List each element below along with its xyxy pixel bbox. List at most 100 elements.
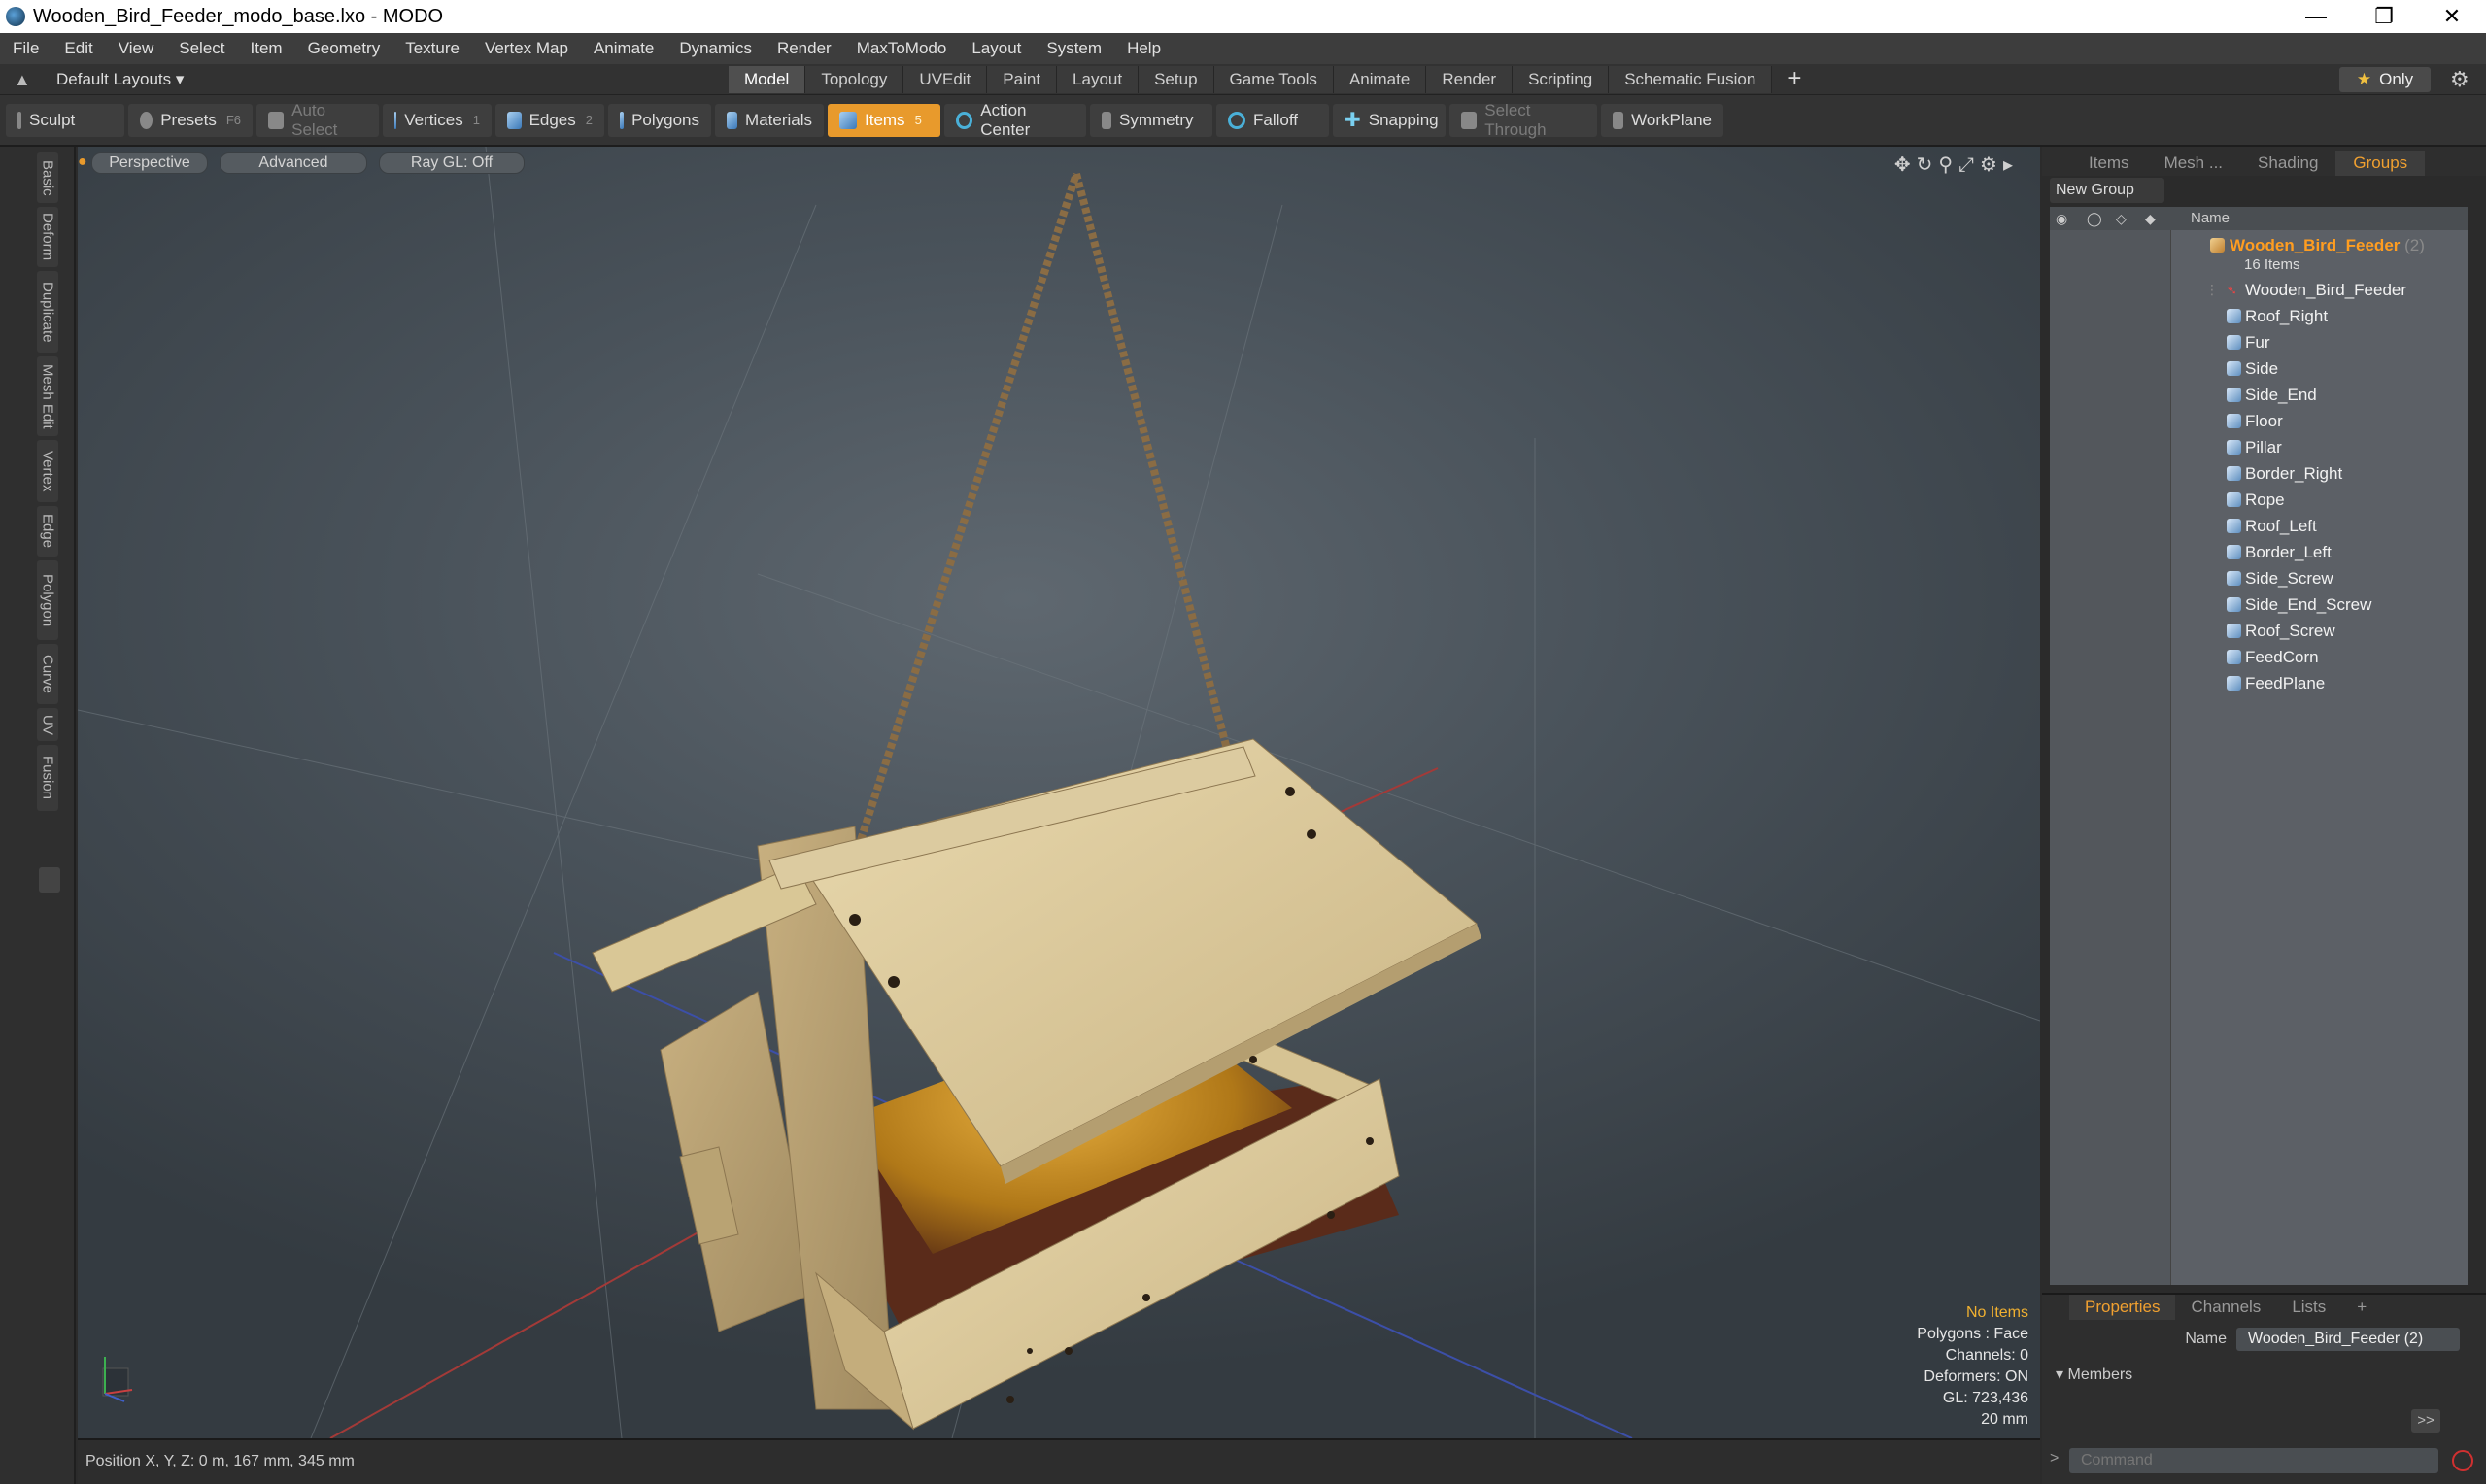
materials-button[interactable]: Materials	[715, 103, 824, 137]
list-item[interactable]: Roof_Left	[2050, 513, 2468, 539]
select-through-button[interactable]: Select Through	[1449, 101, 1597, 139]
default-layouts-dropdown[interactable]: Default Layouts ▾	[56, 70, 184, 89]
tab-polygon[interactable]: Polygon	[37, 560, 58, 640]
restore-button[interactable]: ❐	[2350, 4, 2418, 29]
name-field[interactable]: Wooden_Bird_Feeder (2)	[2236, 1328, 2460, 1351]
column-name: Name	[2191, 210, 2231, 226]
add-tab-button[interactable]: +	[1772, 66, 1817, 93]
add-props-tab-button[interactable]: +	[2341, 1295, 2382, 1320]
tab-deform[interactable]: Deform	[37, 207, 58, 267]
list-item[interactable]: Fur	[2050, 329, 2468, 355]
tab-render[interactable]: Render	[1426, 66, 1514, 93]
tab-uv[interactable]: UV	[37, 708, 58, 741]
workplane-button[interactable]: WorkPlane	[1601, 103, 1723, 137]
minimize-button[interactable]: —	[2282, 4, 2350, 29]
tab-animate[interactable]: Animate	[1333, 66, 1427, 93]
menu-view[interactable]: View	[106, 39, 167, 58]
3d-viewport[interactable]: ● Perspective Advanced Ray GL: Off ✥↻⚲⤢⚙…	[78, 147, 2040, 1438]
only-toggle[interactable]: ★ Only	[2339, 67, 2431, 92]
menu-maxtomodo[interactable]: MaxToModo	[844, 39, 960, 58]
list-item[interactable]: Side_End_Screw	[2050, 591, 2468, 618]
advanced-button[interactable]: Advanced	[220, 152, 367, 174]
raygl-button[interactable]: Ray GL: Off	[379, 152, 525, 174]
members-section[interactable]: ▾ Members	[2056, 1365, 2132, 1384]
command-input[interactable]	[2069, 1448, 2438, 1473]
list-item[interactable]: FeedCorn	[2050, 644, 2468, 670]
tab-items[interactable]: Items	[2071, 151, 2147, 176]
menu-file[interactable]: File	[0, 39, 51, 58]
sculpt-button[interactable]: Sculpt	[6, 103, 124, 137]
tab-groups[interactable]: Groups	[2335, 151, 2426, 176]
tab-shading[interactable]: Shading	[2240, 151, 2335, 176]
list-item[interactable]: FeedPlane	[2050, 670, 2468, 696]
vertices-button[interactable]: Vertices 1	[383, 103, 492, 137]
item-label: Border_Right	[2245, 464, 2343, 483]
menu-help[interactable]: Help	[1114, 39, 1174, 58]
tab-vertex[interactable]: Vertex	[37, 440, 58, 502]
viewport-nav-icons[interactable]: ✥↻⚲⤢⚙▸	[1894, 152, 2019, 177]
properties-panel: Properties Channels Lists + Name Wooden_…	[2042, 1293, 2486, 1484]
polygons-button[interactable]: Polygons	[608, 103, 711, 137]
menu-vertex-map[interactable]: Vertex Map	[472, 39, 581, 58]
status-scale: 20 mm	[1981, 1411, 2028, 1428]
tab-channels[interactable]: Channels	[2175, 1295, 2276, 1320]
tab-layout[interactable]: Layout	[1057, 66, 1140, 93]
menu-layout[interactable]: Layout	[959, 39, 1034, 58]
menu-system[interactable]: System	[1034, 39, 1114, 58]
list-item[interactable]: Pillar	[2050, 434, 2468, 460]
menu-select[interactable]: Select	[166, 39, 237, 58]
list-item[interactable]: Floor	[2050, 408, 2468, 434]
falloff-button[interactable]: Falloff	[1216, 103, 1329, 137]
list-item[interactable]: Side	[2050, 355, 2468, 382]
close-button[interactable]: ✕	[2418, 4, 2486, 29]
tab-uvedit[interactable]: UVEdit	[903, 66, 988, 93]
item-label: Wooden_Bird_Feeder	[2245, 281, 2407, 299]
list-item[interactable]: Rope	[2050, 487, 2468, 513]
list-item[interactable]: Side_Screw	[2050, 565, 2468, 591]
menu-texture[interactable]: Texture	[392, 39, 472, 58]
list-item[interactable]: Roof_Screw	[2050, 618, 2468, 644]
menu-item[interactable]: Item	[238, 39, 295, 58]
action-center-button[interactable]: Action Center	[944, 101, 1086, 139]
tab-setup[interactable]: Setup	[1139, 66, 1214, 93]
tab-curve[interactable]: Curve	[37, 644, 58, 704]
more-button[interactable]: >>	[2411, 1409, 2440, 1433]
menu-render[interactable]: Render	[765, 39, 844, 58]
list-item[interactable]: Border_Right	[2050, 460, 2468, 487]
tab-mesh[interactable]: Mesh ...	[2147, 151, 2240, 176]
tab-fusion[interactable]: Fusion	[37, 745, 58, 811]
snapping-button[interactable]: ✚ Snapping	[1333, 103, 1446, 137]
perspective-button[interactable]: Perspective	[91, 152, 208, 174]
tab-lists[interactable]: Lists	[2276, 1295, 2341, 1320]
tab-paint[interactable]: Paint	[987, 66, 1058, 93]
symmetry-button[interactable]: Symmetry	[1090, 103, 1212, 137]
menu-geometry[interactable]: Geometry	[295, 39, 393, 58]
palette-toggle[interactable]	[39, 867, 60, 893]
presets-icon	[140, 111, 153, 129]
list-item[interactable]: ⋮ ➴ Wooden_Bird_Feeder	[2050, 277, 2468, 303]
auto-select-button[interactable]: Auto Select	[256, 101, 379, 139]
list-item[interactable]: Side_End	[2050, 382, 2468, 408]
tab-scripting[interactable]: Scripting	[1513, 66, 1610, 93]
layout-expand-icon[interactable]: ▲	[14, 70, 31, 90]
presets-button[interactable]: Presets F6	[128, 103, 253, 137]
tab-duplicate[interactable]: Duplicate	[37, 271, 58, 353]
tab-schematic-fusion[interactable]: Schematic Fusion	[1609, 66, 1773, 93]
tab-basic[interactable]: Basic	[37, 152, 58, 203]
record-icon[interactable]	[2452, 1450, 2473, 1471]
edges-button[interactable]: Edges 2	[495, 103, 604, 137]
gear-icon[interactable]: ⚙	[2450, 67, 2469, 92]
items-button[interactable]: Items 5	[828, 103, 940, 137]
tab-model[interactable]: Model	[729, 66, 806, 93]
tab-mesh-edit[interactable]: Mesh Edit	[37, 356, 58, 436]
list-item[interactable]: Border_Left	[2050, 539, 2468, 565]
menu-dynamics[interactable]: Dynamics	[666, 39, 765, 58]
new-group-button[interactable]: New Group	[2050, 178, 2164, 203]
tab-game-tools[interactable]: Game Tools	[1213, 66, 1334, 93]
list-item[interactable]: Roof_Right	[2050, 303, 2468, 329]
tab-topology[interactable]: Topology	[805, 66, 904, 93]
tab-edge[interactable]: Edge	[37, 506, 58, 556]
tab-properties[interactable]: Properties	[2069, 1295, 2176, 1320]
menu-animate[interactable]: Animate	[581, 39, 666, 58]
menu-edit[interactable]: Edit	[51, 39, 105, 58]
